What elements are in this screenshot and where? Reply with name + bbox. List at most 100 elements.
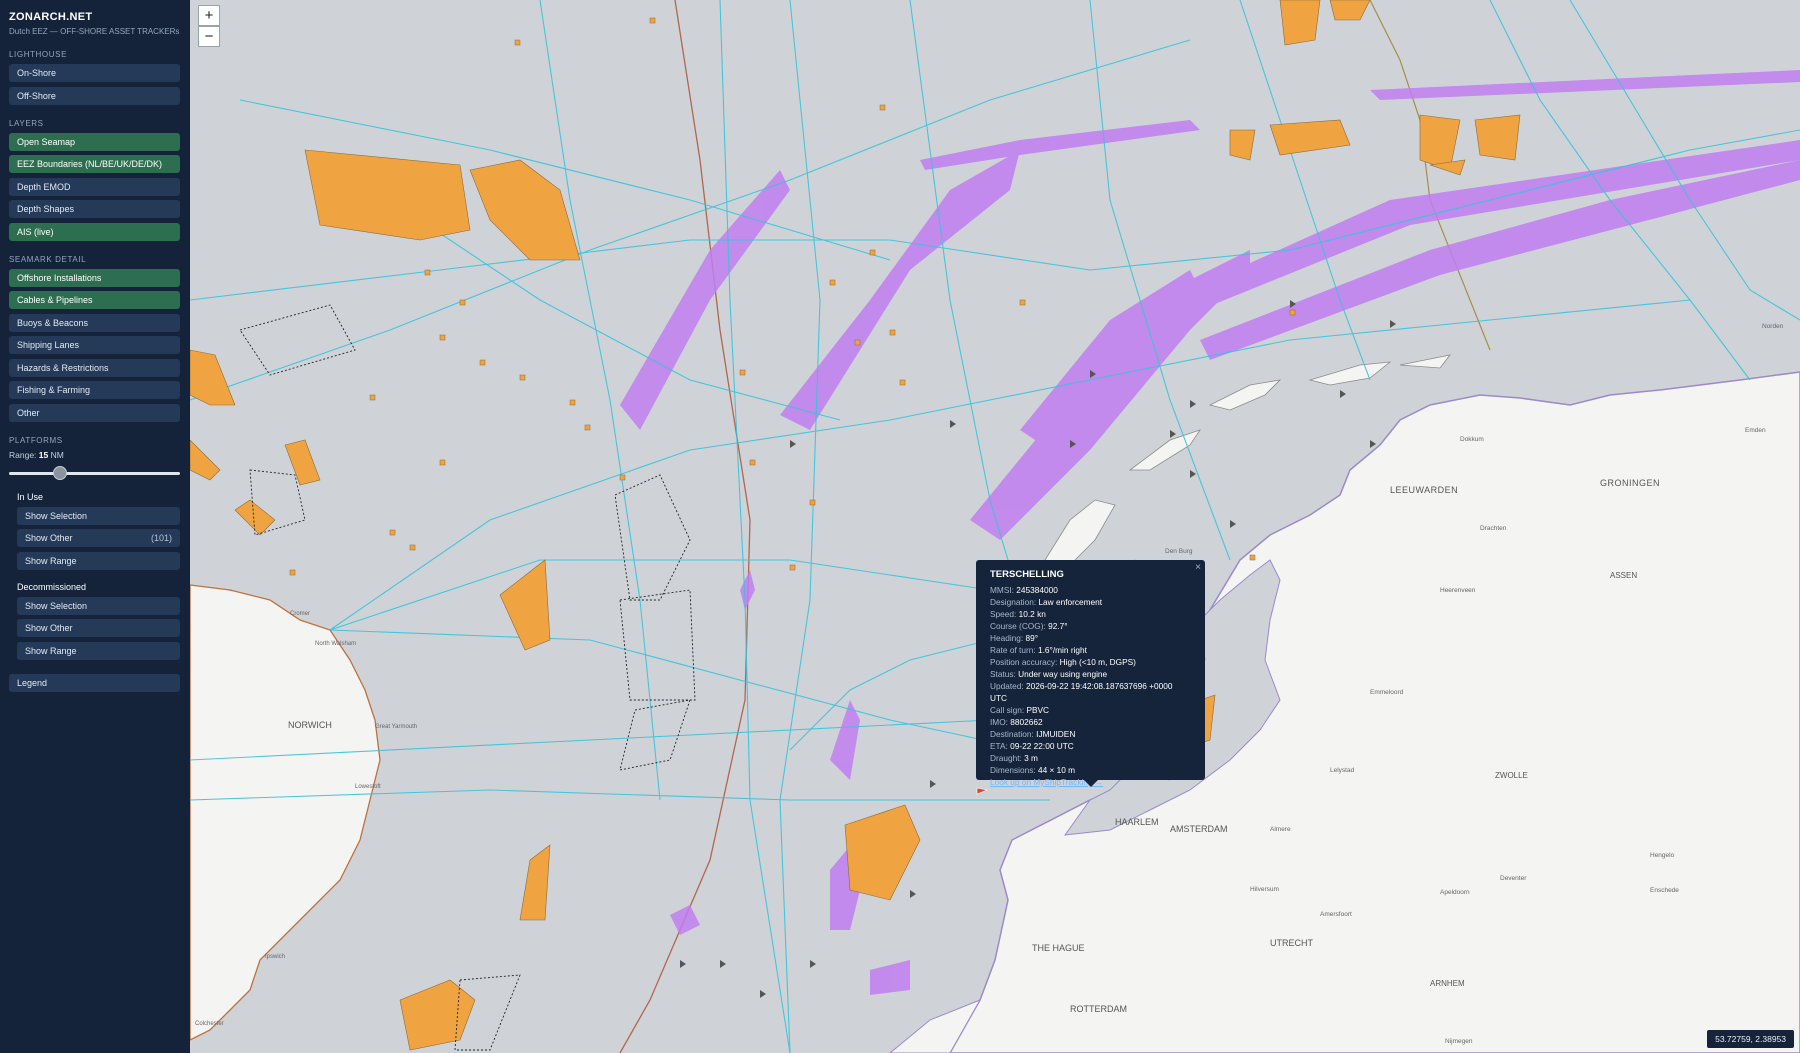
offshore-button[interactable]: Off-Shore <box>9 86 180 105</box>
label-deventer: Deventer <box>1500 875 1527 882</box>
popup-pointer <box>1084 780 1098 787</box>
popup-row-key: ETA: <box>990 741 1008 751</box>
platform-markers <box>289 17 1296 576</box>
label-lowestoft: Lowestoft <box>355 784 381 790</box>
popup-row-key: Destination: <box>990 729 1034 739</box>
decom-show-other-button[interactable]: Show Other <box>17 619 180 637</box>
decom-show-range-button[interactable]: Show Range <box>17 641 180 660</box>
popup-row: Status: Under way using engine <box>990 668 1191 680</box>
label-ipswich: Ipswich <box>265 954 285 960</box>
popup-row-value: 10.2 kn <box>1018 609 1046 619</box>
popup-row-key: MMSI: <box>990 585 1014 595</box>
popup-row-value: IJMUIDEN <box>1036 729 1076 739</box>
popup-row-value: 1.6°/min right <box>1037 645 1087 655</box>
popup-row: Designation: Law enforcement <box>990 596 1191 608</box>
label-hengelo: Hengelo <box>1650 852 1675 859</box>
label-dokkum: Dokkum <box>1460 436 1484 443</box>
range-slider[interactable] <box>9 465 180 480</box>
section-layers: LAYERS <box>9 118 44 128</box>
popup-row-value: 09-22 22:00 UTC <box>1010 741 1074 751</box>
brand-subtitle: Dutch EEZ — OFF-SHORE ASSET TRACKERs <box>9 27 180 36</box>
popup-row: Dimensions: 44 × 10 m <box>990 764 1191 776</box>
label-emmeloord: Emmeloord <box>1370 689 1404 696</box>
inuse-show-selection-button[interactable]: Show Selection <box>17 506 180 525</box>
label-heerenveen: Heerenveen <box>1440 587 1476 594</box>
label-north-walsham: North Walsham <box>315 641 356 647</box>
layer-depth-emod-button[interactable]: Depth EMOD <box>9 177 180 196</box>
seamark-buoys-beacons-button[interactable]: Buoys & Beacons <box>9 313 180 332</box>
range-value: 15 <box>38 449 49 460</box>
section-platforms: PLATFORMS <box>9 435 63 445</box>
label-rotterdam: ROTTERDAM <box>1070 1004 1127 1014</box>
popup-row: Heading: 89° <box>990 632 1191 644</box>
label-enschede: Enschede <box>1650 887 1679 894</box>
popup-row-value: 89° <box>1025 633 1039 643</box>
popup-details: MMSI: 245384000 Designation: Law enforcem… <box>990 584 1191 776</box>
eez-boundary-north <box>1369 0 1491 351</box>
label-emden: Emden <box>1745 427 1766 434</box>
coordinate-readout: 53.72759, 2.38953 <box>1707 1030 1794 1048</box>
popup-close-icon[interactable]: × <box>1195 562 1201 574</box>
brand-title: ZONARCH.NET <box>9 11 93 23</box>
range-label: Range: <box>9 449 37 460</box>
label-amersfoort: Amersfoort <box>1320 911 1352 918</box>
zoom-out-button[interactable]: − <box>198 26 220 47</box>
inuse-show-range-button[interactable]: Show Range <box>17 551 180 570</box>
popup-row: Destination: IJMUIDEN <box>990 728 1191 740</box>
inuse-show-other-label: Show Other <box>25 533 73 543</box>
popup-row-value: 245384000 <box>1016 585 1058 595</box>
label-utrecht: UTRECHT <box>1270 938 1313 948</box>
popup-row: Rate of turn: 1.6°/min right <box>990 644 1191 656</box>
sidebar: ZONARCH.NET Dutch EEZ — OFF-SHORE ASSET … <box>0 0 190 1053</box>
label-great-yarmouth: Great Yarmouth <box>375 724 417 730</box>
popup-row: Updated: 2026-09-22 19:42:08.187637696 +… <box>990 680 1191 704</box>
popup-vessel-name: TERSCHELLING <box>990 569 1064 580</box>
popup-row-key: IMO: <box>990 717 1008 727</box>
popup-row-value: 92.7° <box>1048 621 1068 631</box>
seamark-offshore-installations-button[interactable]: Offshore Installations <box>9 268 180 287</box>
decom-show-selection-button[interactable]: Show Selection <box>17 596 180 615</box>
seamark-fishing-farming-button[interactable]: Fishing & Farming <box>9 381 180 399</box>
label-groningen: GRONINGEN <box>1600 478 1660 488</box>
seamark-hazards-restrictions-button[interactable]: Hazards & Restrictions <box>9 358 180 377</box>
popup-row-value: Under way using engine <box>1018 669 1108 679</box>
layer-open-seamap-button[interactable]: Open Seamap <box>9 132 180 151</box>
label-amsterdam: AMSTERDAM <box>1170 824 1228 834</box>
label-haarlem: HAARLEM <box>1115 817 1159 827</box>
label-drachten: Drachten <box>1480 525 1507 532</box>
popup-row-key: Updated: <box>990 681 1024 691</box>
section-seamark-detail: SEAMARK DETAIL <box>9 254 87 264</box>
eez-boundary-nl-uk <box>619 0 751 1053</box>
map-layer: LEEUWARDEN GRONINGEN ASSEN ZWOLLE HAARLE… <box>190 0 1800 1053</box>
popup-row-key: Rate of turn: <box>990 645 1036 655</box>
selected-vessel-marker[interactable] <box>976 787 989 795</box>
range-readout: Range: 15 NM <box>9 450 181 460</box>
popup-row: ETA: 09-22 22:00 UTC <box>990 740 1191 752</box>
layer-eez-boundaries-button[interactable]: EEZ Boundaries (NL/BE/UK/DE/DK) <box>9 155 180 173</box>
range-slider-handle[interactable] <box>53 465 68 480</box>
layer-ais-live-button[interactable]: AIS (live) <box>9 222 180 241</box>
popup-row-key: Course (COG): <box>990 621 1046 631</box>
popup-row: IMO: 8802662 <box>990 716 1191 728</box>
legend-button[interactable]: Legend <box>9 673 180 692</box>
label-leeuwarden: LEEUWARDEN <box>1390 485 1458 495</box>
popup-row-key: Position accuracy: <box>990 657 1058 667</box>
seamark-cables-pipelines-button[interactable]: Cables & Pipelines <box>9 291 180 309</box>
seamark-other-button[interactable]: Other <box>9 403 180 422</box>
popup-row-value: High (<10 m, DGPS) <box>1059 657 1136 667</box>
popup-row: Course (COG): 92.7° <box>990 620 1191 632</box>
popup-row: Draught: 3 m <box>990 752 1191 764</box>
popup-row-key: Draught: <box>990 753 1022 763</box>
label-colchester: Colchester <box>195 1021 224 1027</box>
label-nijmegen: Nijmegen <box>1445 1038 1473 1045</box>
popup-row-value: 8802662 <box>1010 717 1043 727</box>
label-lelystad: Lelystad <box>1330 767 1355 774</box>
zoom-in-button[interactable]: + <box>198 5 220 26</box>
label-zwolle: ZWOLLE <box>1495 771 1528 780</box>
land-uk <box>190 584 381 1041</box>
onshore-button[interactable]: On-Shore <box>9 64 180 82</box>
inuse-show-other-button[interactable]: Show Other (101) <box>17 529 180 547</box>
map-canvas[interactable]: LEEUWARDEN GRONINGEN ASSEN ZWOLLE HAARLE… <box>190 0 1800 1053</box>
seamark-shipping-lanes-button[interactable]: Shipping Lanes <box>9 336 180 354</box>
layer-depth-shapes-button[interactable]: Depth Shapes <box>9 200 180 218</box>
